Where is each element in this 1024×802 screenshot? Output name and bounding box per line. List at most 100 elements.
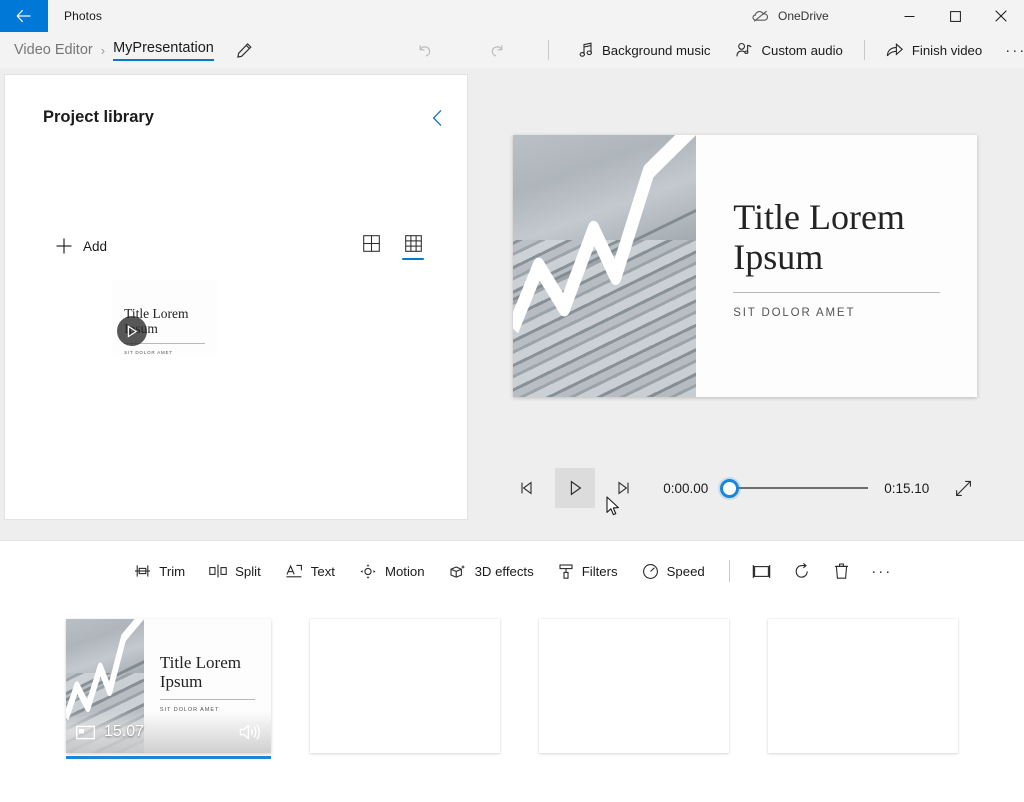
grid-large-icon <box>362 235 380 252</box>
scrubber-thumb[interactable] <box>720 478 740 498</box>
finish-video-label: Finish video <box>911 42 983 58</box>
fullscreen-icon <box>955 480 971 496</box>
timeline-more-button[interactable]: ··· <box>862 555 902 587</box>
collapse-library-button[interactable] <box>425 105 451 131</box>
resize-frame-button[interactable] <box>742 555 782 587</box>
undo-redo-group <box>410 37 512 63</box>
fullscreen-button[interactable] <box>949 473 977 503</box>
custom-audio-button[interactable]: Custom audio <box>723 34 855 66</box>
view-mode-selected-indicator <box>402 258 424 261</box>
chevron-left-icon <box>432 109 442 127</box>
trim-button[interactable]: Trim <box>122 555 197 587</box>
text-label: Text <box>310 563 335 579</box>
scrubber-track[interactable] <box>730 486 869 490</box>
minimize-icon <box>904 15 914 17</box>
speaker-volume-icon <box>239 724 260 740</box>
preview-divider <box>733 291 940 293</box>
timeline-empty-slot[interactable] <box>310 619 500 753</box>
total-time-label: 0:15.10 <box>884 480 930 496</box>
video-editor-window: Photos OneDrive Video Editor › MyPresent… <box>0 0 1024 802</box>
command-bar: Video Editor › MyPresentation Background… <box>0 32 1024 68</box>
timeline-empty-slot[interactable] <box>539 619 729 753</box>
playback-scrubber[interactable] <box>720 478 869 498</box>
rotate-button[interactable] <box>782 555 822 587</box>
close-button[interactable] <box>978 0 1024 32</box>
timeline-toolbar: Trim Split Text Motion 3D effects Filter… <box>0 553 1024 589</box>
add-media-label: Add <box>83 238 108 254</box>
speed-button[interactable]: Speed <box>630 555 717 587</box>
undo-icon <box>419 45 431 57</box>
text-icon <box>286 564 302 578</box>
speed-gauge-icon <box>642 563 658 579</box>
speed-label: Speed <box>666 563 705 579</box>
3d-effects-button[interactable]: 3D effects <box>437 555 546 587</box>
text-button[interactable]: Text <box>273 555 347 587</box>
motion-label: Motion <box>384 563 425 579</box>
redo-button[interactable] <box>482 37 512 63</box>
onedrive-status[interactable]: OneDrive <box>752 0 829 32</box>
undo-button[interactable] <box>410 37 440 63</box>
finish-video-button[interactable]: Finish video <box>873 34 995 66</box>
video-preview[interactable]: Title Lorem Ipsum SIT DOLOR AMET <box>513 135 977 397</box>
breadcrumb-separator: › <box>100 42 106 58</box>
current-time-label: 0:00.00 <box>663 480 709 496</box>
add-media-button[interactable]: Add <box>51 233 115 259</box>
back-arrow-icon <box>16 9 31 23</box>
clip-title-line2: Ipsum <box>159 672 203 692</box>
breadcrumb-project-name[interactable]: MyPresentation <box>113 40 214 61</box>
clip-info-overlay: 15.07 <box>66 711 271 753</box>
preview-text-panel: Title Lorem Ipsum SIT DOLOR AMET <box>696 135 977 397</box>
delete-trash-icon <box>835 563 849 579</box>
project-library-panel: Project library Add Title Lorem SIT DOLO… <box>4 74 468 520</box>
preview-photo <box>513 135 697 397</box>
play-icon <box>570 480 581 496</box>
rotate-icon <box>795 562 808 578</box>
view-mode-large-button[interactable] <box>357 233 385 263</box>
more-options-icon: ··· <box>871 562 893 580</box>
background-music-button[interactable]: Background music <box>566 34 723 66</box>
breadcrumb-video-editor[interactable]: Video Editor <box>14 42 93 58</box>
maximize-button[interactable] <box>932 0 978 32</box>
storyboard: Title Lorem Ipsum SIT DOLOR AMET 15.07 <box>66 619 958 759</box>
filters-button[interactable]: Filters <box>546 555 630 587</box>
play-button[interactable] <box>554 468 596 508</box>
onedrive-cloud-offline-icon <box>752 10 769 22</box>
view-mode-small-button[interactable] <box>399 233 427 263</box>
command-overflow-button[interactable]: ··· <box>995 42 1024 59</box>
grid-small-icon <box>404 235 422 252</box>
music-note-icon <box>579 42 593 57</box>
clip-title-line1: Title Lorem <box>159 653 241 672</box>
timeline-toolbar-separator <box>728 560 730 582</box>
motion-button[interactable]: Motion <box>347 555 437 587</box>
redo-icon <box>491 45 503 57</box>
preview-chart-line-graphic <box>513 135 697 334</box>
timeline-empty-slot[interactable] <box>768 619 958 753</box>
cube-3d-icon <box>450 564 465 578</box>
back-button[interactable] <box>0 0 48 32</box>
delete-button[interactable] <box>822 555 862 587</box>
command-actions: Background music Custom audio Finish vid… <box>566 34 1024 66</box>
rename-project-button[interactable] <box>232 37 258 63</box>
plus-icon <box>56 238 72 254</box>
app-title: Photos <box>64 9 102 23</box>
preview-subtitle: SIT DOLOR AMET <box>733 306 856 319</box>
previous-frame-button[interactable] <box>513 473 541 503</box>
pencil-icon <box>237 42 252 58</box>
film-strip-icon <box>76 725 95 739</box>
filters-label: Filters <box>581 563 618 579</box>
motion-icon <box>360 563 376 579</box>
split-label: Split <box>235 563 261 579</box>
minimize-button[interactable] <box>886 0 932 32</box>
export-share-icon <box>886 42 903 57</box>
timeline-panel: Trim Split Text Motion 3D effects Filter… <box>0 540 1024 802</box>
split-button[interactable]: Split <box>197 555 273 587</box>
breadcrumb: Video Editor › MyPresentation <box>14 40 214 61</box>
next-frame-button[interactable] <box>609 473 637 503</box>
library-item[interactable]: Title Lorem Ipsum SIT DOLOR AMET <box>45 280 217 384</box>
title-bar: Photos OneDrive <box>0 0 1024 32</box>
library-item-play-button[interactable] <box>117 316 147 346</box>
timeline-clip[interactable]: Title Lorem Ipsum SIT DOLOR AMET 15.07 <box>66 619 271 759</box>
resize-frame-icon <box>752 564 771 578</box>
trim-label: Trim <box>159 563 186 579</box>
background-music-label: Background music <box>602 42 711 58</box>
